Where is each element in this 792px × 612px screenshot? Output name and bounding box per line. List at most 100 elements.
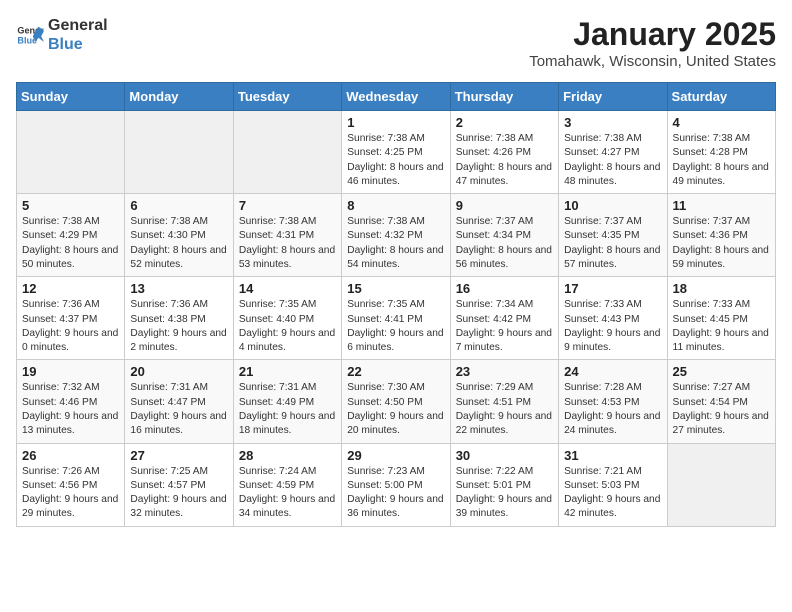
day-number: 25: [673, 364, 770, 379]
day-number: 5: [22, 198, 119, 213]
day-detail: Sunrise: 7:26 AMSunset: 4:56 PMDaylight:…: [22, 465, 119, 522]
day-number: 16: [456, 281, 553, 296]
calendar-day-cell: 20 Sunrise: 7:31 AMSunset: 4:47 PMDayligh…: [125, 360, 233, 443]
day-detail: Sunrise: 7:38 AMSunset: 4:30 PMDaylight:…: [130, 215, 227, 272]
weekday-header-cell: Tuesday: [233, 83, 341, 111]
logo-general: General: [48, 16, 108, 35]
day-detail: Sunrise: 7:21 AMSunset: 5:03 PMDaylight:…: [564, 465, 661, 522]
day-number: 28: [239, 448, 336, 463]
weekday-header-cell: Monday: [125, 83, 233, 111]
day-detail: Sunrise: 7:37 AMSunset: 4:34 PMDaylight:…: [456, 215, 553, 272]
calendar-day-cell: 26 Sunrise: 7:26 AMSunset: 4:56 PMDayligh…: [17, 443, 125, 526]
day-detail: Sunrise: 7:35 AMSunset: 4:41 PMDaylight:…: [347, 298, 444, 355]
day-number: 31: [564, 448, 661, 463]
calendar-day-cell: 12 Sunrise: 7:36 AMSunset: 4:37 PMDayligh…: [17, 277, 125, 360]
calendar-week-row: 5 Sunrise: 7:38 AMSunset: 4:29 PMDaylight…: [17, 194, 776, 277]
calendar-day-cell: 5 Sunrise: 7:38 AMSunset: 4:29 PMDaylight…: [17, 194, 125, 277]
day-number: 11: [673, 198, 770, 213]
calendar-day-cell: [17, 111, 125, 194]
calendar-day-cell: 23 Sunrise: 7:29 AMSunset: 4:51 PMDayligh…: [450, 360, 558, 443]
day-number: 30: [456, 448, 553, 463]
day-number: 7: [239, 198, 336, 213]
day-detail: Sunrise: 7:34 AMSunset: 4:42 PMDaylight:…: [456, 298, 553, 355]
day-detail: Sunrise: 7:29 AMSunset: 4:51 PMDaylight:…: [456, 381, 553, 438]
calendar-day-cell: 7Sunrise: 7:38 AMSunset: 4:31 PMDaylight…: [233, 194, 341, 277]
day-detail: Sunrise: 7:33 AMSunset: 4:45 PMDaylight:…: [673, 298, 770, 355]
calendar-week-row: 1 Sunrise: 7:38 AMSunset: 4:25 PMDaylight…: [17, 111, 776, 194]
day-number: 29: [347, 448, 444, 463]
day-detail: Sunrise: 7:23 AMSunset: 5:00 PMDaylight:…: [347, 465, 444, 522]
day-number: 19: [22, 364, 119, 379]
calendar-day-cell: 9 Sunrise: 7:37 AMSunset: 4:34 PMDaylight…: [450, 194, 558, 277]
day-detail: Sunrise: 7:28 AMSunset: 4:53 PMDaylight:…: [564, 381, 661, 438]
weekday-header-row: SundayMondayTuesdayWednesdayThursdayFrid…: [17, 83, 776, 111]
calendar-body: 1 Sunrise: 7:38 AMSunset: 4:25 PMDaylight…: [17, 111, 776, 527]
calendar-day-cell: 17 Sunrise: 7:33 AMSunset: 4:43 PMDayligh…: [559, 277, 667, 360]
day-detail: Sunrise: 7:38 AMSunset: 4:26 PMDaylight:…: [456, 132, 553, 189]
day-detail: Sunrise: 7:30 AMSunset: 4:50 PMDaylight:…: [347, 381, 444, 438]
calendar-day-cell: 21 Sunrise: 7:31 AMSunset: 4:49 PMDayligh…: [233, 360, 341, 443]
page-header: General Blue General Blue January 2025 T…: [16, 16, 776, 70]
calendar-day-cell: 19Sunrise: 7:32 AMSunset: 4:46 PMDayligh…: [17, 360, 125, 443]
day-number: 6: [130, 198, 227, 213]
day-detail: Sunrise: 7:31 AMSunset: 4:49 PMDaylight:…: [239, 381, 336, 438]
weekday-header-cell: Saturday: [667, 83, 775, 111]
day-detail: Sunrise: 7:36 AMSunset: 4:38 PMDaylight:…: [130, 298, 227, 355]
day-number: 4: [673, 115, 770, 130]
calendar-day-cell: [667, 443, 775, 526]
calendar-day-cell: 18Sunrise: 7:33 AMSunset: 4:45 PMDayligh…: [667, 277, 775, 360]
day-detail: Sunrise: 7:35 AMSunset: 4:40 PMDaylight:…: [239, 298, 336, 355]
day-detail: Sunrise: 7:36 AMSunset: 4:37 PMDaylight:…: [22, 298, 119, 355]
calendar-day-cell: 30 Sunrise: 7:22 AMSunset: 5:01 PMDayligh…: [450, 443, 558, 526]
day-detail: Sunrise: 7:31 AMSunset: 4:47 PMDaylight:…: [130, 381, 227, 438]
day-number: 12: [22, 281, 119, 296]
day-number: 8: [347, 198, 444, 213]
calendar-day-cell: 1 Sunrise: 7:38 AMSunset: 4:25 PMDaylight…: [342, 111, 450, 194]
day-detail: Sunrise: 7:24 AMSunset: 4:59 PMDaylight:…: [239, 465, 336, 522]
calendar-day-cell: 11 Sunrise: 7:37 AMSunset: 4:36 PMDayligh…: [667, 194, 775, 277]
calendar-day-cell: 27 Sunrise: 7:25 AMSunset: 4:57 PMDayligh…: [125, 443, 233, 526]
month-year-title: January 2025: [529, 16, 776, 53]
day-number: 27: [130, 448, 227, 463]
weekday-header-cell: Wednesday: [342, 83, 450, 111]
day-number: 21: [239, 364, 336, 379]
day-number: 1: [347, 115, 444, 130]
day-detail: Sunrise: 7:38 AMSunset: 4:29 PMDaylight:…: [22, 215, 119, 272]
calendar-week-row: 12 Sunrise: 7:36 AMSunset: 4:37 PMDayligh…: [17, 277, 776, 360]
calendar-week-row: 19Sunrise: 7:32 AMSunset: 4:46 PMDayligh…: [17, 360, 776, 443]
calendar-table: SundayMondayTuesdayWednesdayThursdayFrid…: [16, 82, 776, 527]
day-detail: Sunrise: 7:25 AMSunset: 4:57 PMDaylight:…: [130, 465, 227, 522]
day-detail: Sunrise: 7:38 AMSunset: 4:27 PMDaylight:…: [564, 132, 661, 189]
day-detail: Sunrise: 7:38 AMSunset: 4:32 PMDaylight:…: [347, 215, 444, 272]
day-number: 26: [22, 448, 119, 463]
day-number: 10: [564, 198, 661, 213]
calendar-day-cell: 3 Sunrise: 7:38 AMSunset: 4:27 PMDaylight…: [559, 111, 667, 194]
calendar-day-cell: 4Sunrise: 7:38 AMSunset: 4:28 PMDaylight…: [667, 111, 775, 194]
logo-blue: Blue: [48, 35, 108, 54]
calendar-day-cell: 24 Sunrise: 7:28 AMSunset: 4:53 PMDayligh…: [559, 360, 667, 443]
calendar-day-cell: 6 Sunrise: 7:38 AMSunset: 4:30 PMDaylight…: [125, 194, 233, 277]
day-number: 24: [564, 364, 661, 379]
day-number: 17: [564, 281, 661, 296]
day-number: 3: [564, 115, 661, 130]
day-detail: Sunrise: 7:22 AMSunset: 5:01 PMDaylight:…: [456, 465, 553, 522]
day-detail: Sunrise: 7:37 AMSunset: 4:35 PMDaylight:…: [564, 215, 661, 272]
logo: General Blue General Blue: [16, 16, 108, 54]
day-number: 20: [130, 364, 227, 379]
day-number: 14: [239, 281, 336, 296]
day-detail: Sunrise: 7:38 AMSunset: 4:25 PMDaylight:…: [347, 132, 444, 189]
day-detail: Sunrise: 7:27 AMSunset: 4:54 PMDaylight:…: [673, 381, 770, 438]
calendar-day-cell: 10 Sunrise: 7:37 AMSunset: 4:35 PMDayligh…: [559, 194, 667, 277]
day-number: 2: [456, 115, 553, 130]
day-detail: Sunrise: 7:37 AMSunset: 4:36 PMDaylight:…: [673, 215, 770, 272]
calendar-day-cell: 29 Sunrise: 7:23 AMSunset: 5:00 PMDayligh…: [342, 443, 450, 526]
day-number: 23: [456, 364, 553, 379]
day-number: 22: [347, 364, 444, 379]
day-detail: Sunrise: 7:33 AMSunset: 4:43 PMDaylight:…: [564, 298, 661, 355]
calendar-day-cell: 2 Sunrise: 7:38 AMSunset: 4:26 PMDaylight…: [450, 111, 558, 194]
calendar-day-cell: 22 Sunrise: 7:30 AMSunset: 4:50 PMDayligh…: [342, 360, 450, 443]
calendar-day-cell: 16 Sunrise: 7:34 AMSunset: 4:42 PMDayligh…: [450, 277, 558, 360]
calendar-day-cell: [233, 111, 341, 194]
calendar-day-cell: 8 Sunrise: 7:38 AMSunset: 4:32 PMDaylight…: [342, 194, 450, 277]
day-number: 9: [456, 198, 553, 213]
